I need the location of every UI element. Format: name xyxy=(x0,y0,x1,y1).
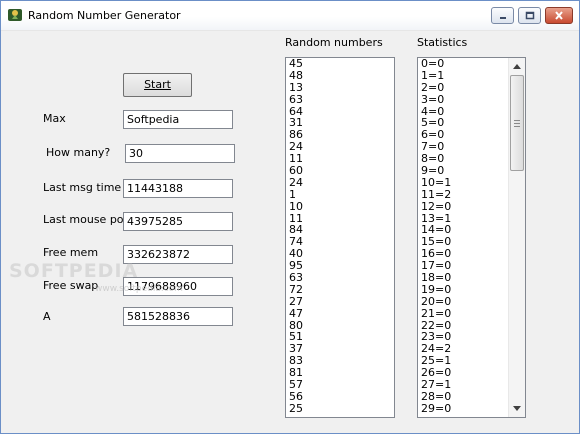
list-item[interactable]: 2=0 xyxy=(418,81,508,94)
statistics-items: 0=0 1=1 2=0 3=0 4=0 5=0 6=0 7=0 8=0 9=0 10=1 11=2 12… xyxy=(418,58,508,417)
random-numbers-heading: Random numbers xyxy=(285,36,383,49)
how-many-label: How many? xyxy=(46,146,111,159)
list-item[interactable]: 1=1 xyxy=(418,69,508,82)
thumb-grip-line xyxy=(514,120,520,121)
list-item[interactable]: 20=0 xyxy=(418,295,508,308)
list-item[interactable]: 25 xyxy=(286,402,394,415)
scroll-thumb[interactable] xyxy=(510,75,524,171)
minimize-button[interactable] xyxy=(491,7,514,24)
thumb-grip-line xyxy=(514,126,520,127)
title-bar[interactable]: Random Number Generator xyxy=(1,1,579,31)
how-many-field[interactable]: 30 xyxy=(125,144,235,163)
close-icon xyxy=(555,11,563,20)
list-item[interactable]: 27 xyxy=(286,295,394,308)
random-numbers-list[interactable]: 45 48 13 63 64 31 86 24 11 60 24 1 10 11 84 74 40 95 63 72 2… xyxy=(285,57,395,418)
thumb-grip-line xyxy=(514,123,520,124)
list-item[interactable]: 3=0 xyxy=(418,93,508,106)
maximize-icon xyxy=(525,11,534,20)
last-mouse-pos-label: Last mouse pos xyxy=(43,213,130,226)
free-mem-field[interactable]: 332623872 xyxy=(123,245,233,264)
list-item[interactable]: 10 xyxy=(286,200,394,213)
close-button[interactable] xyxy=(545,7,573,24)
start-button[interactable]: Start xyxy=(123,73,192,97)
list-item[interactable]: 11=2 xyxy=(418,188,508,201)
statistics-list[interactable]: 0=0 1=1 2=0 3=0 4=0 5=0 6=0 7=0 8=0 9=0 10=1 11=2 12… xyxy=(417,57,526,418)
statistics-heading: Statistics xyxy=(417,36,468,49)
list-item[interactable]: 10=1 xyxy=(418,177,508,189)
softpedia-watermark: SOFTPEDIA xyxy=(9,260,139,282)
list-item[interactable]: 21=0 xyxy=(418,307,508,320)
window-title: Random Number Generator xyxy=(28,9,181,22)
minimize-icon xyxy=(499,16,506,19)
list-item[interactable]: 63 xyxy=(286,93,394,106)
app-window: Random Number Generator Start Max Softpe… xyxy=(0,0,580,434)
last-mouse-pos-field[interactable]: 43975285 xyxy=(123,212,233,231)
max-field[interactable]: Softpedia xyxy=(123,110,233,129)
list-item[interactable]: 48 xyxy=(286,69,394,82)
maximize-button[interactable] xyxy=(518,7,541,24)
client-area: Start Max Softpedia How many? 30 Last ms… xyxy=(1,32,579,433)
last-msg-time-field[interactable]: 11443188 xyxy=(123,179,233,198)
scroll-up-arrow-icon xyxy=(513,63,521,69)
scroll-up-button[interactable] xyxy=(509,58,525,74)
softpedia-watermark-url: www.softpedia.com xyxy=(95,284,183,294)
free-mem-label: Free mem xyxy=(43,246,99,259)
max-label: Max xyxy=(43,112,66,125)
list-item[interactable]: 29=0 xyxy=(418,402,508,415)
list-item[interactable]: 1 xyxy=(286,188,394,201)
a-label: A xyxy=(43,310,51,323)
scroll-down-button[interactable] xyxy=(509,400,525,416)
list-item[interactable]: 47 xyxy=(286,307,394,320)
list-item[interactable]: 13 xyxy=(286,81,394,94)
scroll-down-arrow-icon xyxy=(513,405,521,411)
last-msg-time-label: Last msg time xyxy=(43,181,122,194)
list-item[interactable]: 12=0 xyxy=(418,200,508,213)
a-field[interactable]: 581528836 xyxy=(123,307,233,326)
list-item[interactable]: 24 xyxy=(286,177,394,189)
statistics-scrollbar[interactable] xyxy=(508,58,525,417)
app-icon xyxy=(8,9,22,21)
